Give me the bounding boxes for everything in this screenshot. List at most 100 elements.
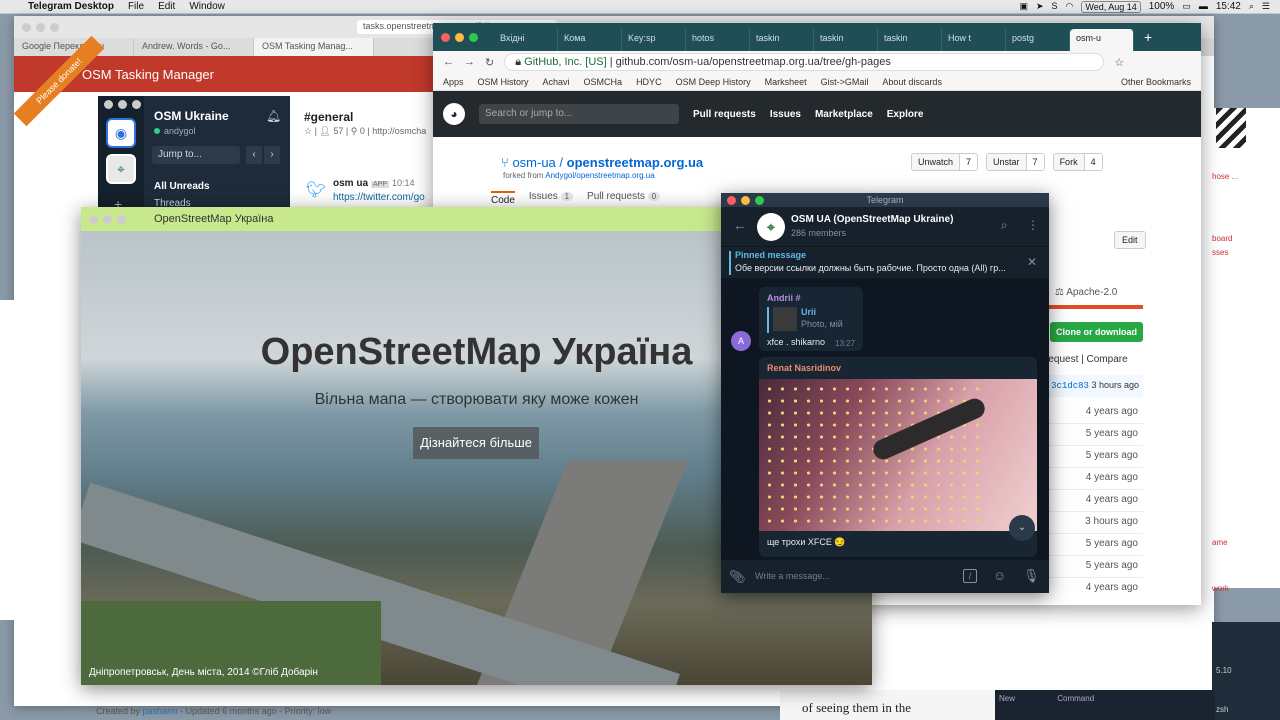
pull-request-button[interactable]: request [1045,354,1078,365]
minimize-icon[interactable] [118,100,127,109]
microphone-icon[interactable]: 🎙︎ [1023,568,1040,584]
wifi-icon[interactable]: ◠ [1066,2,1074,11]
attach-icon[interactable]: 📎︎ [729,569,746,585]
channel-topic[interactable]: http://osmcha [372,126,426,136]
message-author[interactable]: Renat Nasridinov [767,363,841,373]
tab-koma[interactable]: Кома [558,29,622,51]
reply-quote[interactable]: Urii Photo, мій [767,307,857,333]
learn-more-button[interactable]: Дізнайтеся більше [413,427,539,459]
message-author-name[interactable]: osm ua [333,178,368,189]
docker-icon[interactable]: ▣ [1019,2,1028,11]
bookmark-other[interactable]: Other Bookmarks [1121,77,1201,87]
bookmark-star-icon[interactable]: ☆ [1114,56,1124,69]
bookmark-gist-gmail[interactable]: Gist->GMail [821,77,869,87]
menu-time[interactable]: 15:42 [1216,1,1241,12]
flag-icon[interactable]: ▬ [1199,2,1208,11]
bookmark-about-discards[interactable]: About discards [882,77,942,87]
tab-issues[interactable]: Issues 1 [529,191,574,206]
maximize-icon[interactable] [469,32,478,42]
edge-text-5[interactable]: work [1212,584,1229,593]
message-input[interactable]: Write a message... [755,571,830,581]
nav-issues[interactable]: Issues [770,109,801,120]
tab-postg[interactable]: postg [1006,29,1070,51]
scroll-down-icon[interactable]: ⌄ [1009,515,1035,541]
tab-inbox[interactable]: Вхідні [494,29,558,51]
bookmark-osmcha[interactable]: OSMCHa [584,77,623,87]
skype-icon[interactable]: S [1052,2,1058,11]
more-icon[interactable]: ⋮ [1027,218,1039,232]
license-label[interactable]: ⚖ Apache-2.0 [1055,287,1117,298]
maximize-icon[interactable] [50,22,59,32]
chat-avatar[interactable]: ⌖ [757,213,785,241]
close-pin-icon[interactable]: ✕ [1027,255,1037,269]
minimize-icon[interactable] [103,214,112,224]
back-icon[interactable]: ← [443,56,454,68]
menu-window[interactable]: Window [189,1,225,12]
back-arrow-icon[interactable]: ‹ [246,146,262,164]
all-unreads-item[interactable]: All Unreads [154,181,210,192]
spotlight-icon[interactable]: ⌕ [1249,2,1254,11]
unstar-label[interactable]: Unstar [987,154,1026,170]
back-arrow-icon[interactable]: ← [733,217,747,233]
commit-hash[interactable]: 3c1dc83 [1051,381,1089,391]
tab-osm-ua[interactable]: osm-u [1070,29,1134,51]
unwatch-button[interactable]: Unwatch 7 [911,153,979,171]
tab-pull-requests[interactable]: Pull requests 0 [587,191,661,206]
bookmark-hdyc[interactable]: HDYC [636,77,662,87]
osm-ukraine-workspace-icon[interactable]: ⌖ [106,154,136,184]
minimize-icon[interactable] [455,32,464,42]
members-count[interactable]: 57 [333,126,343,136]
forward-arrow-icon[interactable]: › [264,146,280,164]
reload-icon[interactable]: ↻ [485,56,494,69]
github-search[interactable]: Search or jump to... [479,104,679,124]
close-icon[interactable] [89,214,98,224]
close-icon[interactable] [104,100,113,109]
tab-andrew-words[interactable]: Andrew. Words - Go... [134,38,254,56]
tab-key-sp[interactable]: Key:sp [622,29,686,51]
footer-user-link[interactable]: pasharm [143,706,178,716]
tab-osm-tasking[interactable]: OSM Tasking Manag... [254,38,374,56]
search-icon[interactable]: ⌕ [1001,218,1008,233]
nav-pull-requests[interactable]: Pull requests [693,109,756,120]
menu-date[interactable]: Wed, Aug 14 [1081,0,1141,13]
jump-to-button[interactable]: Jump to... [152,146,240,164]
tab-hotos[interactable]: hotos [686,29,750,51]
message-link[interactable]: https://twitter.com/go [333,192,425,203]
bookmark-marksheet[interactable]: Marksheet [765,77,807,87]
minimize-icon[interactable] [36,22,45,32]
menu-app-name[interactable]: Telegram Desktop [28,1,114,12]
edit-button[interactable]: Edit [1114,231,1146,249]
chat-name[interactable]: OSM UA (OpenStreetMap Ukraine) [791,214,953,225]
forward-icon[interactable]: → [464,56,475,68]
github-logo-icon[interactable]: ◕ [443,103,465,125]
notification-icon[interactable]: ☰ [1262,2,1270,11]
star-icon[interactable]: ☆ [304,126,312,136]
tab-tasking-3[interactable]: taskin [878,29,942,51]
new-tab-icon[interactable]: + [1144,29,1152,45]
menu-file[interactable]: File [128,1,144,12]
repo-owner[interactable]: osm-ua [512,155,555,170]
terminal-zsh-tab[interactable]: zsh [1216,705,1276,714]
emoji-icon[interactable]: ☺ [993,568,1006,583]
forked-from-link[interactable]: Andygol/openstreetmap.org.ua [545,171,654,180]
bookmark-osm-deep-history[interactable]: OSM Deep History [676,77,751,87]
tasking-manager-title[interactable]: OSM Tasking Manager [82,67,214,82]
bell-icon[interactable]: 🔔︎ [266,109,281,123]
tab-tasking-1[interactable]: taskin [750,29,814,51]
message-bubble[interactable]: Renat Nasridinov ще трохи XFCE 😏 [759,357,1037,557]
tab-code[interactable]: Code [491,191,515,206]
edge-text-4[interactable]: ame [1212,538,1228,547]
edge-text-3[interactable]: sses [1212,248,1228,257]
tab-how-to[interactable]: How t [942,29,1006,51]
fork-count[interactable]: 4 [1083,154,1102,170]
clone-download-button[interactable]: Clone or download [1050,322,1143,342]
compare-button[interactable]: Compare [1087,354,1128,365]
terminal-new[interactable]: New [999,694,1015,703]
bookmark-osm-history[interactable]: OSM History [478,77,529,87]
unwatch-count[interactable]: 7 [959,154,978,170]
bookmark-achavi[interactable]: Achavi [543,77,570,87]
fork-button[interactable]: Fork 4 [1052,153,1103,171]
unstar-button[interactable]: Unstar 7 [986,153,1045,171]
maximize-icon[interactable] [117,214,126,224]
unstar-count[interactable]: 7 [1025,154,1044,170]
